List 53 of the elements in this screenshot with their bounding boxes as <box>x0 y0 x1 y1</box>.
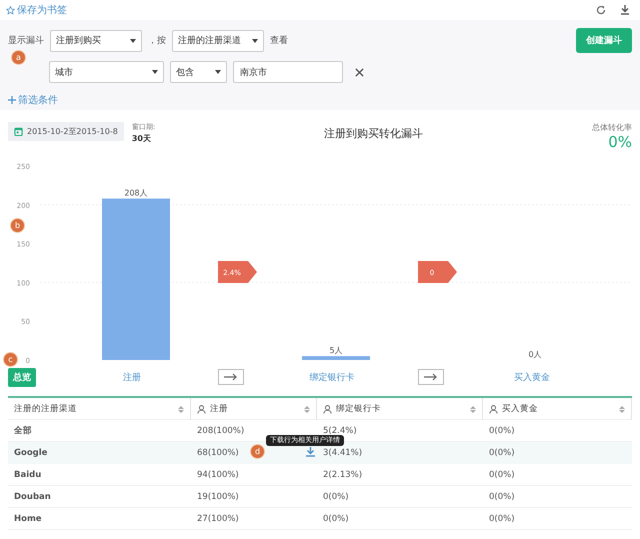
close-icon[interactable] <box>355 68 364 76</box>
total-rate-label: 总体转化率 <box>592 122 632 133</box>
chart-title: 注册到购买转化漏斗 <box>323 126 424 141</box>
plus-icon <box>8 96 16 104</box>
table-cell: 全部 <box>14 424 32 436</box>
filter-value-field[interactable]: 南京市 <box>233 61 343 83</box>
table-cell: 3(4.41%) <box>323 448 362 458</box>
funnel-label: 显示漏斗 <box>8 34 44 47</box>
star-icon <box>6 6 15 14</box>
arrow-right-icon <box>424 373 438 381</box>
table-cell: 68(100%) <box>197 448 239 458</box>
filter-field-select[interactable]: 城市 <box>49 61 164 83</box>
table-cell: 2(2.13%) <box>323 470 362 480</box>
total-rate-value: 0% <box>608 133 632 151</box>
download-icon[interactable] <box>620 5 630 15</box>
table-cell: Douban <box>14 492 51 502</box>
calendar-icon <box>14 127 23 136</box>
date-range-picker[interactable]: 2015-10-2至2015-10-8 <box>8 122 124 141</box>
view-label: 查看 <box>270 34 288 47</box>
marker-badge: b <box>10 218 25 233</box>
table-cell: 0(0%) <box>489 514 515 524</box>
arrow-button[interactable] <box>218 369 244 385</box>
table-cell: 0(0%) <box>323 492 349 502</box>
funnel-bar <box>302 356 370 360</box>
bar-value-label: 5人 <box>329 346 343 356</box>
table-cell: Google <box>14 448 48 458</box>
arrow-right-icon <box>224 373 238 381</box>
arrow-button[interactable] <box>418 369 444 385</box>
funnel-select[interactable]: 注册到购买 <box>50 30 142 52</box>
refresh-icon[interactable] <box>596 5 606 15</box>
filter-operator-select[interactable]: 包含 <box>170 61 227 83</box>
table-cell: 0(0%) <box>489 448 515 458</box>
funnel-step-link[interactable]: 注册 <box>82 370 182 384</box>
table-cell: 0(0%) <box>489 492 515 502</box>
table-cell: 0(0%) <box>489 426 515 436</box>
table-cell: 27(100%) <box>197 514 239 524</box>
funnel-step-link[interactable]: 买入黄金 <box>482 370 582 384</box>
group-select[interactable]: 注册的注册渠道 <box>172 30 264 52</box>
table-cell: 5(2.4%) <box>323 426 357 436</box>
table-cell: 208(100%) <box>197 426 244 436</box>
table-cell: 19(100%) <box>197 492 239 502</box>
marker-badge: c <box>3 352 18 367</box>
table-cell: 0(0%) <box>489 470 515 480</box>
group-by-label: ，按 <box>148 34 166 47</box>
bar-value-label: 0人 <box>528 350 542 359</box>
window-value: 30天 <box>132 133 152 144</box>
funnel-step-link[interactable]: 绑定银行卡 <box>282 370 382 384</box>
bar-value-label: 208人 <box>124 188 148 198</box>
table-cell: Home <box>14 514 42 524</box>
table-cell: 94(100%) <box>197 470 239 480</box>
download-icon[interactable] <box>306 447 315 457</box>
table-cell: 0(0%) <box>323 514 349 524</box>
table-cell: Baidu <box>14 470 42 480</box>
